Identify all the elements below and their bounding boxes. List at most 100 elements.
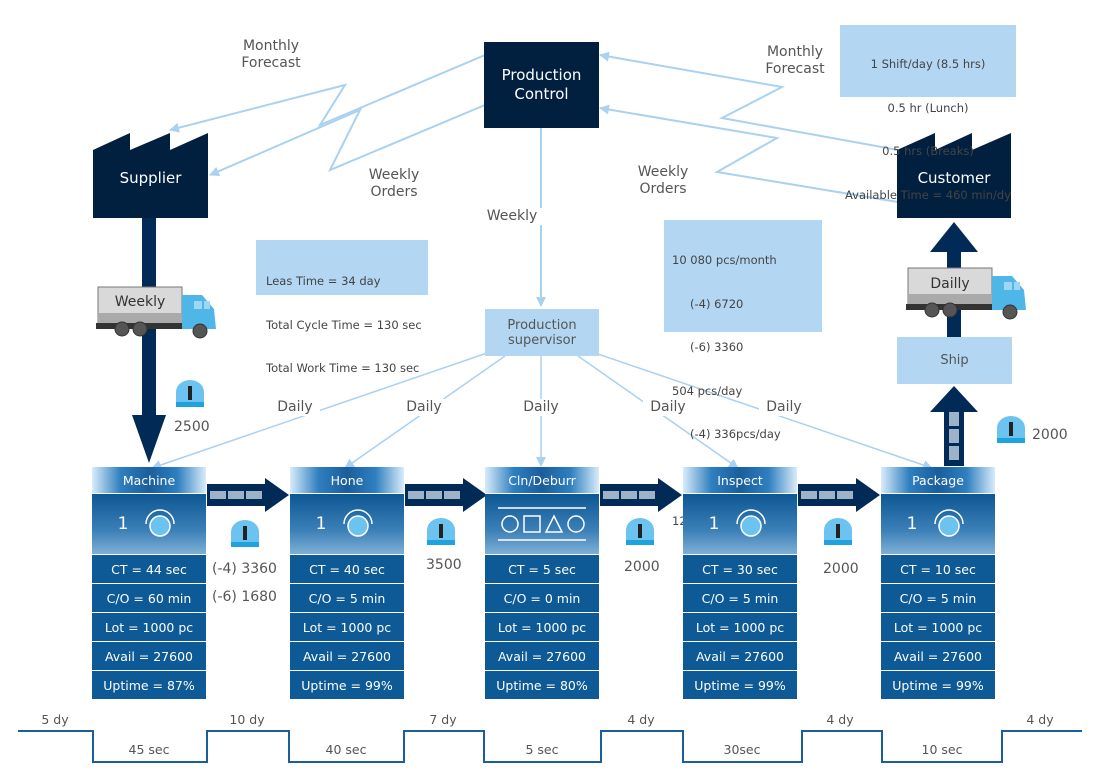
- left-weekly-orders-label: Weekly Orders: [368, 167, 420, 200]
- process-box[interactable]: Inspect 1 CT = 30 sec C/O = 5 min Lot = 1000…: [683, 467, 797, 699]
- uptime: Uptime = 99%: [683, 670, 797, 699]
- process-operator-area: 1: [881, 493, 995, 554]
- inventory-icon: [176, 380, 204, 407]
- changeover-time: C/O = 5 min: [290, 583, 404, 612]
- lot-size: Lot = 1000 pc: [683, 612, 797, 641]
- available-time: Avail = 27600: [290, 641, 404, 670]
- lot-size: Lot = 1000 pc: [485, 612, 599, 641]
- uptime: Uptime = 87%: [92, 670, 206, 699]
- timeline-wait-1: 10 dy: [229, 712, 265, 727]
- shift-info-note: 1 Shift/day (8.5 hrs) 0.5 hr (Lunch) 0.5…: [840, 25, 1016, 202]
- inventory-icon: [427, 518, 455, 545]
- operator-count: 1: [708, 514, 720, 534]
- daily-label-hone: Daily: [399, 399, 449, 416]
- cycle-time: CT = 44 sec: [92, 554, 206, 583]
- process-box[interactable]: Package 1 CT = 10 sec C/O = 5 min Lot = 1000…: [881, 467, 995, 699]
- package-to-ship-arrow: [930, 386, 978, 466]
- shift-line: Available Time = 460 min/dy: [844, 187, 1012, 202]
- inventory-icon: [824, 518, 852, 545]
- demand-line: (-6) 3360: [690, 340, 744, 354]
- process-operator-area: 1: [290, 493, 404, 554]
- available-time: Avail = 27600: [92, 641, 206, 670]
- operator-icon: [343, 509, 374, 537]
- timeline-wait-0: 5 dy: [41, 712, 69, 727]
- process-operator-area: 1: [92, 493, 206, 554]
- shift-line: 0.5 hr (Lunch): [887, 100, 969, 115]
- process-name: Inspect: [683, 467, 797, 493]
- process-name: Cln/Deburr: [485, 467, 599, 493]
- timeline-process-4: 10 sec: [921, 742, 963, 757]
- timeline-process-1: 40 sec: [325, 742, 367, 757]
- timeline-process-2: 5 sec: [525, 742, 559, 757]
- timeline-wait-5: 4 dy: [1026, 712, 1054, 727]
- changeover-time: C/O = 5 min: [881, 583, 995, 612]
- supplier-label: Supplier: [119, 169, 182, 187]
- process-box[interactable]: Hone 1 CT = 40 sec C/O = 5 min Lot = 1000 pc…: [290, 467, 404, 699]
- hone-clndeburr-inventory-value: 3500: [426, 557, 462, 573]
- inbound-truck-label: Weekly: [114, 294, 166, 310]
- demand-note: 10 080 pcs/month (-4) 6720 (-6) 3360 504…: [664, 220, 822, 528]
- process-name: Hone: [290, 467, 404, 493]
- cycle-time: CT = 10 sec: [881, 554, 995, 583]
- process-operator-area: [485, 493, 599, 554]
- timeline-process-0: 45 sec: [128, 742, 170, 757]
- operator-count: 1: [906, 514, 918, 534]
- timeline-wait-3: 4 dy: [627, 712, 655, 727]
- clean-deburr-symbols-icon: [498, 507, 586, 541]
- ship-box[interactable]: Ship: [897, 337, 1012, 384]
- cycle-time: CT = 30 sec: [683, 554, 797, 583]
- lot-size: Lot = 1000 pc: [290, 612, 404, 641]
- process-box[interactable]: Cln/Deburr CT = 5 sec C/O = 0 min Lot = 100…: [485, 467, 599, 699]
- summary-line: Leas Time = 34 day: [266, 274, 381, 288]
- right-monthly-forecast-label: Monthly Forecast: [765, 44, 825, 77]
- right-weekly-orders-label: Weekly Orders: [637, 164, 689, 197]
- operator-icon: [145, 509, 176, 537]
- lot-size: Lot = 1000 pc: [881, 612, 995, 641]
- process-name: Machine: [92, 467, 206, 493]
- demand-line: (-4) 6720: [690, 296, 744, 311]
- production-control-label: Production Control: [501, 66, 582, 103]
- uptime: Uptime = 99%: [290, 670, 404, 699]
- demand-line: 504 pcs/day: [672, 383, 743, 398]
- inspect-package-inventory-value: 2000: [823, 561, 859, 577]
- summary-line: Total Work Time = 130 sec: [266, 361, 420, 375]
- operator-icon: [934, 509, 965, 537]
- available-time: Avail = 27600: [881, 641, 995, 670]
- outbound-truck-label: Dailly: [930, 276, 970, 292]
- cycle-time: CT = 5 sec: [485, 554, 599, 583]
- uptime: Uptime = 99%: [881, 670, 995, 699]
- shift-line: 1 Shift/day (8.5 hrs): [870, 57, 986, 71]
- machine-hone-inventory-line-1: (-4) 3360: [212, 561, 277, 577]
- daily-label-machine: Daily: [270, 399, 320, 416]
- timeline-process-3: 30sec: [723, 742, 761, 757]
- lot-size: Lot = 1000 pc: [92, 612, 206, 641]
- process-operator-area: 1: [683, 493, 797, 554]
- timeline-wait-4: 4 dy: [826, 712, 854, 727]
- summary-line: Total Cycle Time = 130 sec: [266, 317, 422, 332]
- demand-line: (-4) 336pcs/day: [690, 427, 781, 441]
- package-ship-inventory-value: 2000: [1032, 427, 1068, 443]
- ship-label: Ship: [940, 353, 969, 368]
- clndeburr-inspect-inventory-value: 2000: [624, 559, 660, 575]
- process-name: Package: [881, 467, 995, 493]
- changeover-time: C/O = 0 min: [485, 583, 599, 612]
- production-supervisor-label: Production supervisor: [507, 317, 577, 348]
- operator-icon: [736, 509, 767, 537]
- production-control-box[interactable]: Production Control: [484, 42, 599, 128]
- timeline-wait-2: 7 dy: [429, 712, 457, 727]
- process-box[interactable]: Machine 1 CT = 44 sec C/O = 60 min Lot = 100…: [92, 467, 206, 699]
- available-time: Avail = 27600: [485, 641, 599, 670]
- changeover-time: C/O = 60 min: [92, 583, 206, 612]
- production-supervisor-box[interactable]: Production supervisor: [485, 309, 599, 356]
- supplier-shipment-arrow: [132, 218, 166, 463]
- operator-count: 1: [117, 514, 129, 534]
- push-arrow: [207, 478, 289, 512]
- push-arrow: [600, 478, 682, 512]
- inventory-icon: [997, 416, 1025, 443]
- available-time: Avail = 27600: [683, 641, 797, 670]
- uptime: Uptime = 80%: [485, 670, 599, 699]
- weekly-schedule-label: Weekly: [482, 208, 542, 225]
- machine-hone-inventory-line-2: (-6) 1680: [212, 589, 277, 605]
- changeover-time: C/O = 5 min: [683, 583, 797, 612]
- cycle-time: CT = 40 sec: [290, 554, 404, 583]
